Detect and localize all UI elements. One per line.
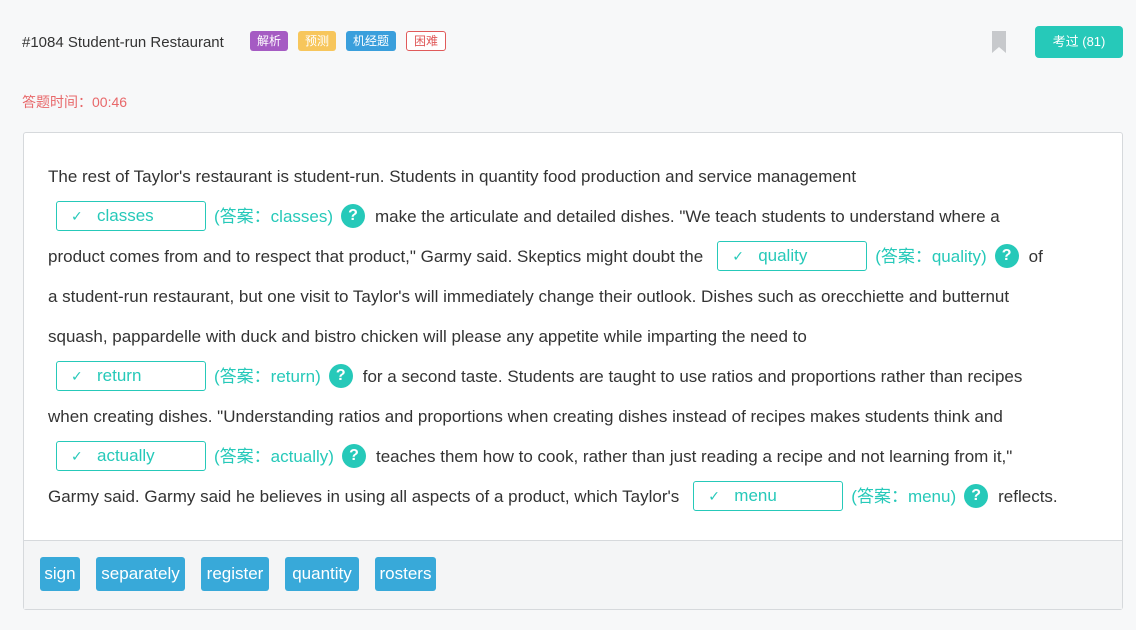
blank-answer: (答案：return)	[214, 367, 321, 386]
blank-input-3[interactable]: ✓ return	[56, 360, 206, 391]
blank-input-5[interactable]: ✓ menu	[693, 480, 844, 511]
passage-text: reflects.	[998, 487, 1058, 506]
blank-input-4[interactable]: ✓ actually	[56, 440, 206, 471]
word-chip-rosters[interactable]: rosters	[375, 557, 436, 591]
word-chip-sign[interactable]: sign	[40, 557, 80, 591]
passage-text: squash, pappardelle with duck and bistro…	[48, 327, 807, 346]
passage-text: when creating dishes. "Understanding rat…	[48, 407, 1003, 426]
blank-answer: (答案：actually)	[214, 447, 334, 466]
passage: The rest of Taylor's restaurant is stude…	[48, 157, 1098, 517]
check-icon: ✓	[708, 487, 721, 504]
tag-machine-question[interactable]: 机经题	[346, 31, 397, 51]
question-header: #1084 Student-run Restaurant 解析 预测 机经题 困…	[22, 26, 1123, 58]
bookmark-icon[interactable]	[991, 30, 1007, 54]
blank-value: return	[97, 365, 142, 385]
blank-answer: (答案：classes)	[214, 207, 334, 226]
blank-value: actually	[97, 445, 155, 465]
word-chip-quantity[interactable]: quantity	[285, 557, 359, 591]
blank-input-1[interactable]: ✓ classes	[56, 200, 206, 231]
question-title: #1084 Student-run Restaurant	[22, 34, 224, 51]
question-icon[interactable]: ?	[328, 363, 353, 388]
passage-text: of	[1028, 247, 1043, 266]
passage-text: for a second taste. Students are taught …	[362, 367, 1023, 386]
blank-value: classes	[97, 205, 154, 225]
question-icon[interactable]: ?	[994, 243, 1019, 268]
blank-answer: (答案：menu)	[851, 487, 957, 506]
check-icon: ✓	[71, 207, 83, 224]
passage-text: The rest of Taylor's restaurant is stude…	[48, 167, 857, 186]
question-icon[interactable]: ?	[964, 483, 989, 508]
blank-input-2[interactable]: ✓ quality	[717, 240, 868, 271]
tag-prediction[interactable]: 预测	[298, 31, 337, 51]
tag-difficulty: 困难	[406, 31, 447, 51]
question-icon[interactable]: ?	[341, 443, 366, 468]
answer-timer: 答题时间：00:46	[22, 94, 128, 110]
word-bank: sign separately register quantity roster…	[24, 540, 1122, 609]
passage-text: make the articulate and detailed dishes.…	[375, 207, 1000, 226]
tag-analysis[interactable]: 解析	[250, 31, 289, 51]
blank-value: quality	[758, 245, 808, 265]
passed-button[interactable]: 考过 (81)	[1035, 26, 1123, 58]
blank-answer: (答案：quality)	[875, 247, 987, 266]
passage-text: a student-run restaurant, but one visit …	[48, 287, 1010, 306]
passage-text: product comes from and to respect that p…	[48, 247, 704, 266]
question-card: The rest of Taylor's restaurant is stude…	[23, 132, 1123, 610]
passage-text: Garmy said. Garmy said he believes in us…	[48, 487, 680, 506]
check-icon: ✓	[71, 367, 83, 384]
word-chip-separately[interactable]: separately	[96, 557, 185, 591]
word-chip-register[interactable]: register	[201, 557, 269, 591]
check-icon: ✓	[732, 247, 744, 264]
passage-text: teaches them how to cook, rather than ju…	[375, 447, 1013, 466]
check-icon: ✓	[71, 447, 83, 464]
blank-value: menu	[734, 485, 777, 505]
question-icon[interactable]: ?	[341, 203, 366, 228]
